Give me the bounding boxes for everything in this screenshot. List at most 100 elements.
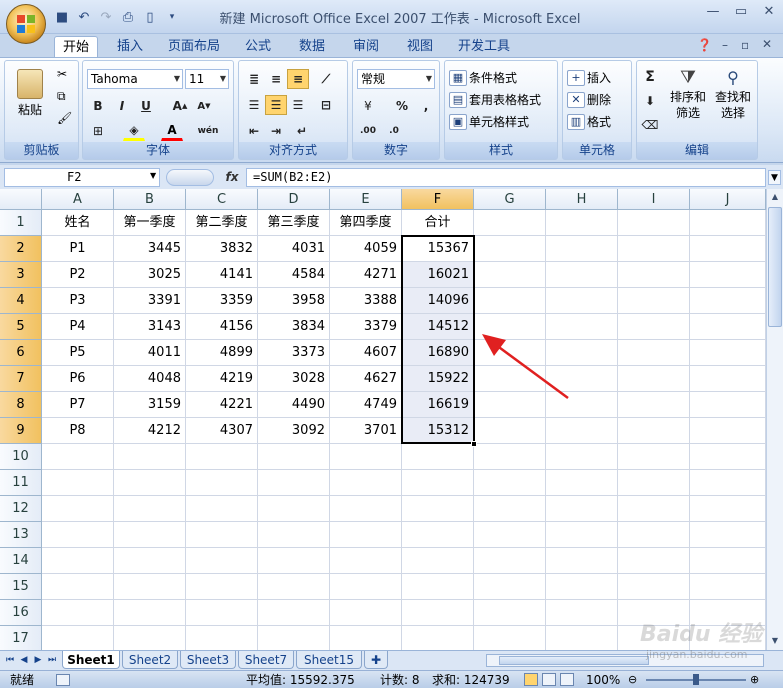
cell[interactable] (546, 574, 618, 600)
row-header-11[interactable]: 11 (0, 470, 42, 496)
cell[interactable]: P2 (42, 262, 114, 288)
format-as-table-button[interactable]: ▤ 套用表格格式 (449, 91, 541, 108)
cell[interactable]: 15922 (402, 366, 474, 392)
cell[interactable] (474, 600, 546, 626)
cell[interactable] (474, 548, 546, 574)
cell[interactable] (546, 470, 618, 496)
cell[interactable] (114, 600, 186, 626)
sheet-tab-sheet7[interactable]: Sheet7 (238, 651, 294, 669)
cell[interactable] (42, 600, 114, 626)
cell[interactable] (186, 470, 258, 496)
zoom-slider-thumb[interactable] (693, 674, 699, 685)
cell[interactable] (402, 600, 474, 626)
row-header-1[interactable]: 1 (0, 210, 42, 236)
cell[interactable]: 16619 (402, 392, 474, 418)
zoom-in-icon[interactable]: ⊕ (750, 672, 759, 688)
column-header-H[interactable]: H (546, 189, 618, 210)
font-name-select[interactable]: Tahoma ▼ (87, 69, 183, 89)
cell[interactable] (186, 522, 258, 548)
macro-record-icon[interactable] (56, 674, 70, 686)
cell[interactable] (618, 314, 690, 340)
help-icon[interactable]: ❓ (697, 38, 712, 52)
tab-data[interactable]: 数据 (290, 36, 334, 58)
cell[interactable] (330, 574, 402, 600)
prev-sheet-icon[interactable]: ◀ (18, 653, 30, 667)
cell[interactable] (330, 548, 402, 574)
cell-styles-button[interactable]: ▣ 单元格样式 (449, 113, 529, 130)
cell[interactable]: 4490 (258, 392, 330, 418)
cell[interactable] (42, 444, 114, 470)
zoom-level[interactable]: 100% (586, 672, 620, 688)
cell[interactable] (402, 444, 474, 470)
cell[interactable]: 4271 (330, 262, 402, 288)
cell[interactable] (546, 522, 618, 548)
cell[interactable]: 3391 (114, 288, 186, 314)
cell[interactable] (690, 444, 766, 470)
cell[interactable] (114, 522, 186, 548)
borders-icon[interactable]: ⊞ (87, 121, 109, 141)
h-scroll-thumb[interactable] (499, 656, 649, 665)
cell[interactable] (546, 236, 618, 262)
cell[interactable] (330, 470, 402, 496)
cell[interactable] (114, 444, 186, 470)
undo-icon[interactable]: ↶ (74, 8, 94, 26)
cell[interactable]: P7 (42, 392, 114, 418)
cell[interactable] (114, 574, 186, 600)
cell[interactable]: P4 (42, 314, 114, 340)
ribbon-restore-icon[interactable]: ▫ (741, 38, 749, 52)
cell[interactable]: 3159 (114, 392, 186, 418)
cell[interactable] (546, 418, 618, 444)
header-cell[interactable]: 姓名 (42, 210, 114, 236)
column-header-F[interactable]: F (402, 189, 474, 210)
cut-icon[interactable]: ✂ (57, 67, 67, 81)
cell[interactable]: 4059 (330, 236, 402, 262)
cell[interactable]: 3958 (258, 288, 330, 314)
redo-icon[interactable]: ↷ (96, 8, 116, 26)
cell[interactable] (618, 392, 690, 418)
column-header-I[interactable]: I (618, 189, 690, 210)
cell[interactable]: 3388 (330, 288, 402, 314)
cell[interactable]: 3143 (114, 314, 186, 340)
cell[interactable] (618, 522, 690, 548)
row-header-12[interactable]: 12 (0, 496, 42, 522)
name-box-dropdown-icon[interactable]: ▼ (150, 171, 156, 180)
cell[interactable]: 4749 (330, 392, 402, 418)
cell[interactable] (330, 626, 402, 650)
cell[interactable] (618, 366, 690, 392)
header-cell[interactable] (618, 210, 690, 236)
cell[interactable]: 4584 (258, 262, 330, 288)
cell[interactable]: 3025 (114, 262, 186, 288)
merge-center-icon[interactable]: ⊟ (315, 95, 337, 115)
name-box[interactable]: F2 (4, 168, 160, 187)
cell[interactable] (690, 522, 766, 548)
tab-review[interactable]: 审阅 (344, 36, 388, 58)
text-direction-icon[interactable]: ⟋ (315, 69, 337, 89)
formula-bar-splitter[interactable] (166, 169, 214, 186)
cell[interactable] (618, 418, 690, 444)
cell[interactable] (474, 574, 546, 600)
cell[interactable] (546, 444, 618, 470)
cell[interactable]: 3359 (186, 288, 258, 314)
cell[interactable] (42, 496, 114, 522)
sheet-tab-sheet2[interactable]: Sheet2 (122, 651, 178, 669)
cell[interactable] (690, 418, 766, 444)
sheet-tab-sheet1[interactable]: Sheet1 (62, 651, 120, 669)
cell[interactable] (474, 496, 546, 522)
increase-indent-icon[interactable]: ⇥ (265, 121, 287, 141)
cell[interactable] (402, 496, 474, 522)
cell[interactable] (690, 236, 766, 262)
fill-icon[interactable]: ⬇ (639, 91, 661, 111)
cell[interactable] (474, 418, 546, 444)
minimize-icon[interactable]: — (700, 3, 726, 21)
row-header-2[interactable]: 2 (0, 236, 42, 262)
cell[interactable] (258, 548, 330, 574)
header-cell[interactable]: 合计 (402, 210, 474, 236)
scroll-up-icon[interactable]: ▲ (768, 189, 782, 205)
decrease-decimal-icon[interactable]: .0 (383, 121, 405, 141)
cell[interactable]: P3 (42, 288, 114, 314)
cell[interactable] (618, 496, 690, 522)
page-break-view-icon[interactable] (560, 673, 574, 686)
row-header-13[interactable]: 13 (0, 522, 42, 548)
cell[interactable] (690, 496, 766, 522)
delete-cells-button[interactable]: ✕ 删除 (567, 91, 611, 108)
